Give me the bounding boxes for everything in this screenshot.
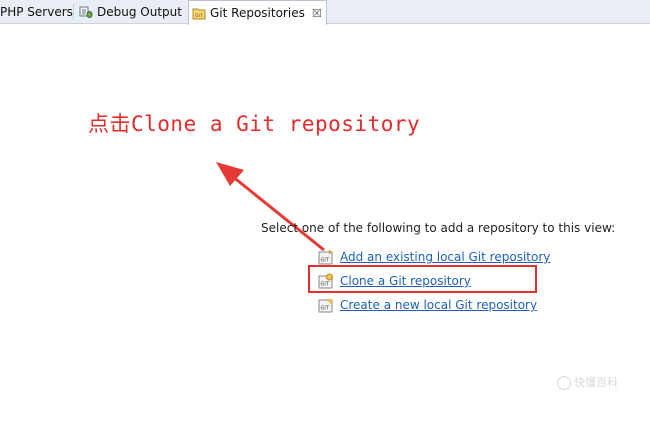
git-create-icon: GIT — [318, 297, 334, 313]
annotation-text: 点击Clone a Git repository — [88, 112, 421, 136]
watermark: 快懂百科 — [557, 374, 618, 390]
instruction-text: Select one of the following to add a rep… — [261, 221, 616, 235]
close-tab-icon[interactable]: ☒ — [312, 7, 322, 20]
action-create-new[interactable]: GIT Create a new local Git repository — [318, 297, 537, 313]
svg-text:GIT: GIT — [195, 13, 203, 19]
tab-separator — [73, 3, 74, 20]
svg-text:GIT: GIT — [321, 306, 330, 312]
watermark-text: 快懂百科 — [574, 376, 618, 389]
tab-label: PHP Servers — [0, 4, 73, 19]
tab-label: Git Repositories — [210, 6, 305, 20]
tab-php-servers[interactable]: PHP Servers — [0, 0, 73, 23]
debug-icon — [79, 5, 93, 19]
action-add-existing[interactable]: GIT Add an existing local Git repository — [318, 249, 550, 265]
svg-text:GIT: GIT — [321, 258, 330, 264]
annotation-arrow — [216, 162, 325, 252]
git-repository-icon: GIT — [192, 6, 206, 20]
tab-debug-output[interactable]: Debug Output — [79, 0, 182, 23]
tab-label: Debug Output — [97, 4, 182, 19]
git-add-icon: GIT — [318, 249, 334, 265]
tab-git-repositories[interactable]: GIT Git Repositories ☒ — [188, 0, 327, 25]
add-existing-repo-link[interactable]: Add an existing local Git repository — [340, 250, 550, 264]
view-tab-bar: PHP Servers Debug Output GIT Git Reposit… — [0, 0, 650, 25]
create-new-repo-link[interactable]: Create a new local Git repository — [340, 298, 537, 312]
annotation-highlight-box — [308, 265, 537, 293]
watermark-logo-icon — [557, 376, 571, 390]
